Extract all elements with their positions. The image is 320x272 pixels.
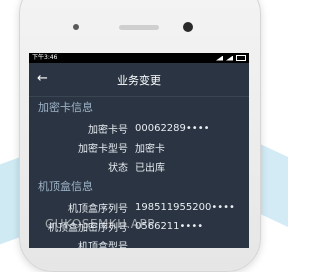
front-camera — [183, 22, 193, 32]
section-header-card-info: 加密卡信息 — [38, 101, 93, 114]
row-value: 00062289•••• — [135, 123, 210, 134]
background-shape-right — [258, 143, 288, 227]
watermark-text: GUKOSEMKH.APP — [45, 217, 155, 231]
section-header-stb-info: 机顶盒信息 — [38, 180, 93, 193]
title-bar: ← 业务变更 — [29, 63, 249, 97]
status-bar: 下午3:46 — [29, 53, 249, 63]
page-title: 业务变更 — [117, 73, 161, 87]
battery-icon — [236, 55, 246, 61]
wifi-icon — [226, 55, 233, 61]
row-value: 已出库 — [135, 163, 165, 174]
status-icons — [216, 55, 246, 61]
info-row: 机顶盒型号 — [29, 236, 249, 248]
row-label: 机顶盒型号 — [78, 242, 128, 248]
earpiece — [119, 25, 159, 30]
row-label: 状态 — [108, 163, 128, 174]
row-label: 加密卡型号 — [78, 144, 128, 155]
info-row: 状态 已出库 — [29, 157, 249, 176]
info-row: 机顶盒序列号 198511955200•••• — [29, 198, 249, 217]
info-row: 加密卡型号 加密卡 — [29, 138, 249, 157]
row-label: 机顶盒序列号 — [68, 204, 128, 215]
row-value: 198511955200•••• — [135, 202, 235, 213]
row-label: 加密卡号 — [88, 125, 128, 136]
status-time: 下午3:46 — [32, 54, 58, 61]
back-arrow-icon[interactable]: ← — [37, 71, 48, 86]
signal-icon — [216, 55, 223, 61]
row-value: 加密卡 — [135, 144, 165, 155]
proximity-sensor — [73, 24, 79, 30]
info-row: 加密卡号 00062289•••• — [29, 119, 249, 138]
